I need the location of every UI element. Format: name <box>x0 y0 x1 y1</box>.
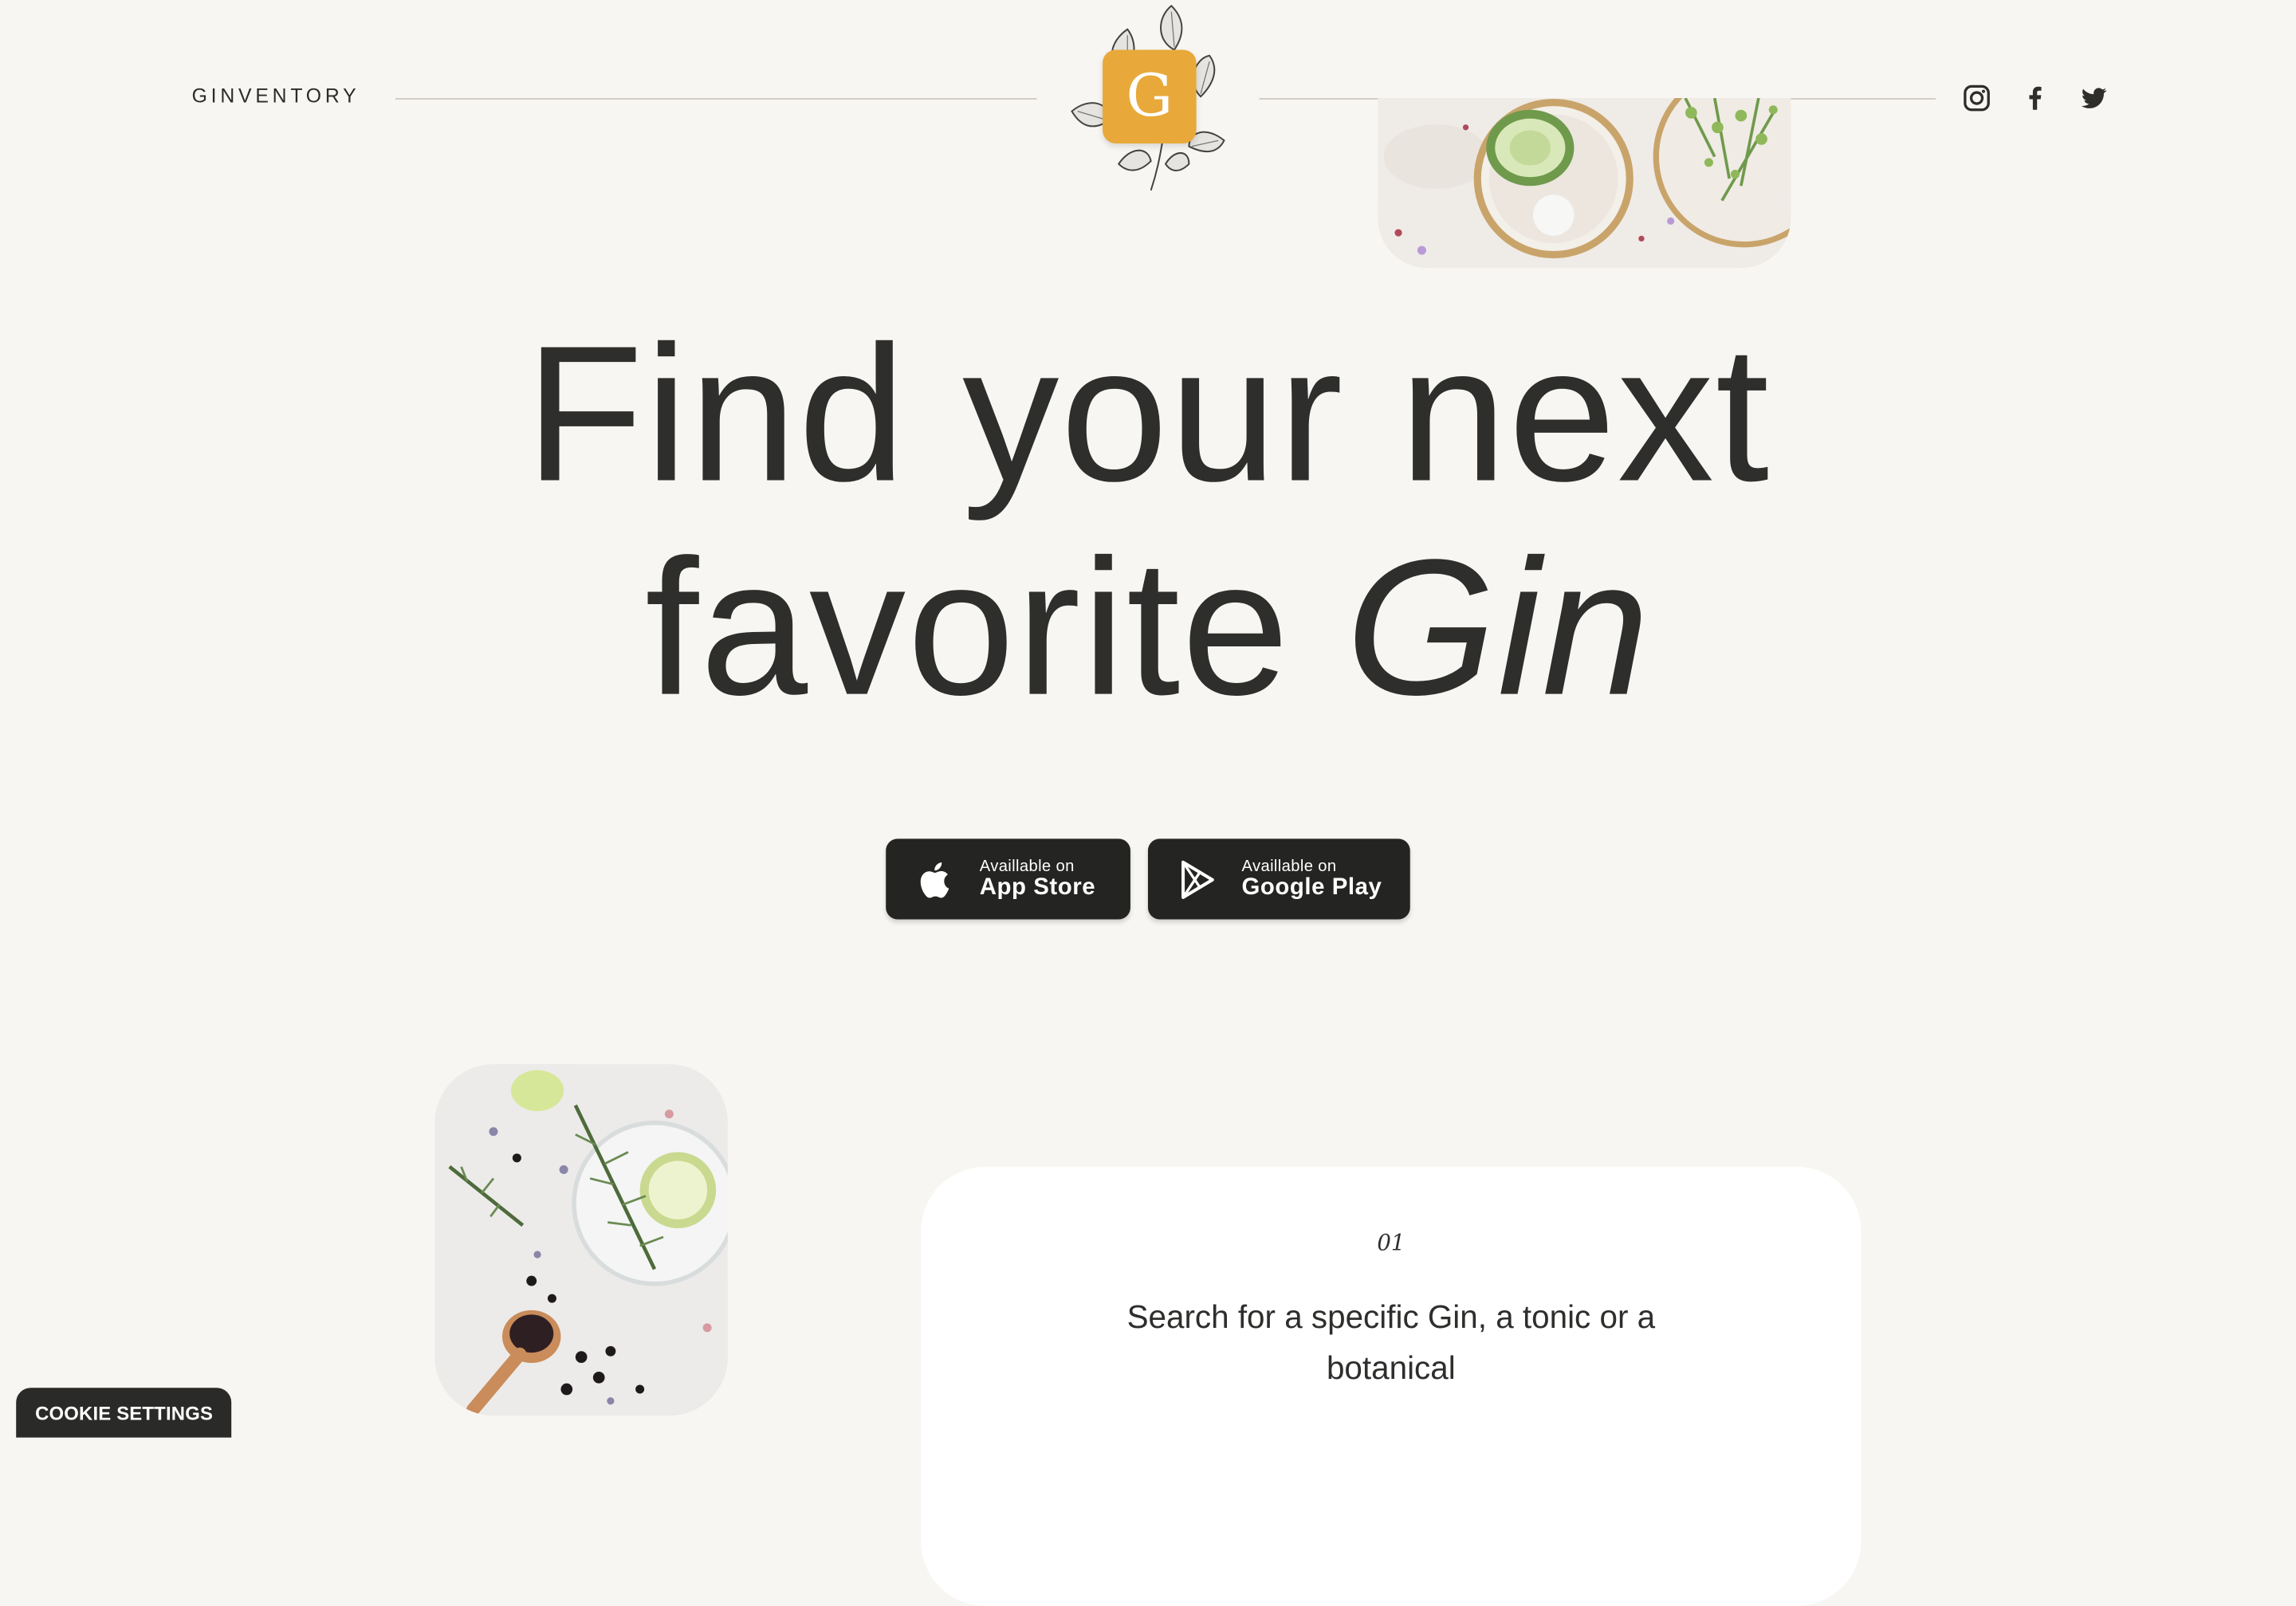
logo[interactable]: G <box>1060 0 1236 198</box>
page: GINVENTORY G Find your next favorite Gin… <box>0 0 2296 1606</box>
app-store-button[interactable]: Availlable on App Store <box>886 838 1130 920</box>
feature-description: Search for a specific Gin, a tonic or a … <box>1126 1298 1656 1387</box>
brand-name[interactable]: GINVENTORY <box>192 85 360 108</box>
hero-line-1: Find your next <box>525 305 1771 521</box>
feature-number: 01 <box>1377 1229 1406 1256</box>
google-play-small-label: Availlable on <box>1241 857 1337 875</box>
app-store-label: App Store <box>979 874 1096 901</box>
google-play-label: Google Play <box>1241 874 1382 901</box>
google-play-text: Availlable on Google Play <box>1242 858 1382 901</box>
feature-card: 01 Search for a specific Gin, a tonic or… <box>921 1166 1862 1606</box>
apple-icon <box>920 862 949 897</box>
twitter-icon[interactable] <box>2079 84 2109 113</box>
hero-line-2-italic: Gin <box>1346 520 1651 736</box>
instagram-icon[interactable] <box>1962 84 1991 113</box>
app-store-small-label: Availlable on <box>979 857 1075 875</box>
hero-line-2-plain: favorite <box>645 520 1291 736</box>
hero-headline: Find your next favorite Gin <box>0 305 2296 736</box>
app-store-text: Availlable on App Store <box>980 858 1095 901</box>
facebook-icon[interactable] <box>2021 84 2050 113</box>
hero-line-2: favorite Gin <box>0 520 2296 736</box>
logo-badge: G <box>1103 49 1197 143</box>
cookie-settings-button[interactable]: COOKIE SETTINGS <box>16 1388 232 1438</box>
social-links <box>1962 84 2109 113</box>
google-play-button[interactable]: Availlable on Google Play <box>1147 838 1410 920</box>
header-divider-left <box>395 98 1037 100</box>
gin-glasses-image <box>1378 98 1791 269</box>
gin-botanicals-image <box>434 1064 728 1416</box>
google-play-icon <box>1181 859 1214 898</box>
